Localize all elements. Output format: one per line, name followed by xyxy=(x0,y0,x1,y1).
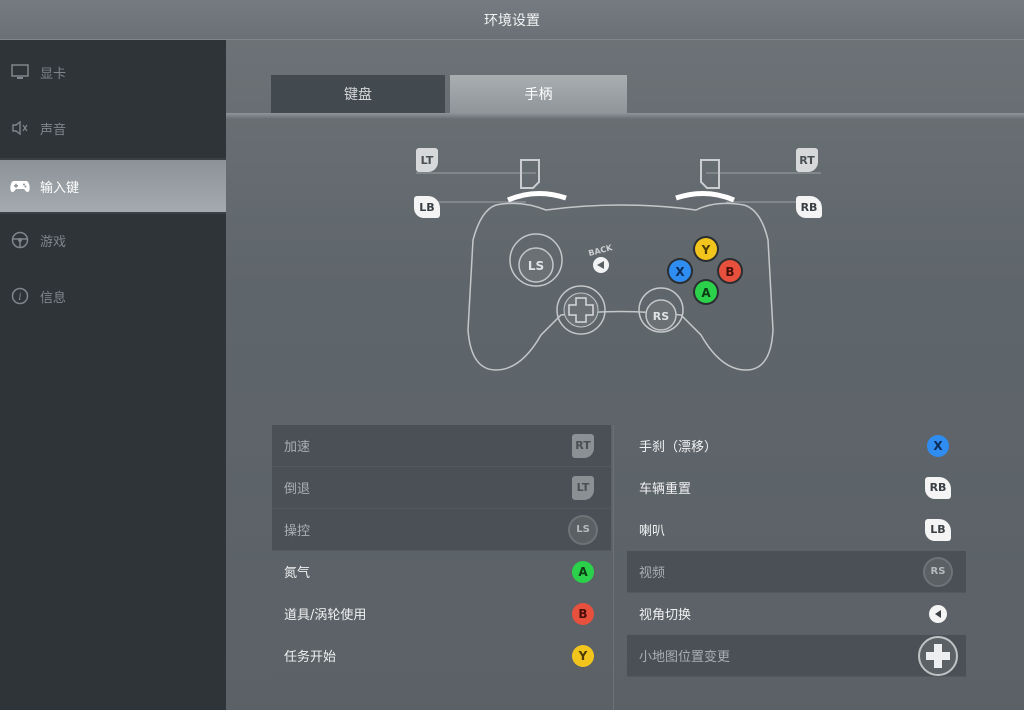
ls-label: LS xyxy=(528,259,544,273)
sidebar-item-label: 显卡 xyxy=(40,66,67,82)
x-button-icon: X xyxy=(927,434,949,457)
binding-row[interactable]: 小地图位置变更 xyxy=(627,635,966,677)
rt-badge: RT xyxy=(796,148,818,172)
button-text: X xyxy=(933,438,943,453)
rb-text: RB xyxy=(800,200,818,214)
sidebar-item-label: 输入键 xyxy=(40,180,80,196)
sidebar-item-label: 信息 xyxy=(40,290,67,306)
sidebar-item-label: 游戏 xyxy=(40,234,67,250)
y-label: Y xyxy=(701,243,711,257)
ls-icon: LS xyxy=(568,514,598,545)
sidebar-item-input[interactable]: 输入键 xyxy=(0,160,226,212)
binding-action: 任务开始 xyxy=(284,650,337,665)
binding-row[interactable]: 操控 LS xyxy=(272,509,611,551)
lt-icon: LT xyxy=(572,475,594,500)
binding-action: 操控 xyxy=(284,524,311,539)
bindings-right: 手刹（漂移） X 车辆重置 RB 喇叭 LB 视频 RS 视角切换 小地图位置变… xyxy=(627,425,966,677)
binding-row[interactable]: 任务开始 Y xyxy=(272,635,611,677)
sidebar-item-label: 声音 xyxy=(40,122,67,138)
x-label: X xyxy=(675,265,685,279)
monitor-icon xyxy=(10,62,30,82)
lb-text: LB xyxy=(419,200,435,214)
binding-action: 加速 xyxy=(284,440,311,455)
sidebar-item-sound[interactable]: 声音 xyxy=(0,102,226,154)
binding-row[interactable]: 喇叭 LB xyxy=(627,509,966,551)
binding-action: 倒退 xyxy=(284,482,311,497)
sidebar: 显卡 声音 输入键 游戏 i 信息 xyxy=(0,40,226,710)
controller-svg: LS RS BACK Y X B A xyxy=(416,159,821,371)
binding-action: 手刹（漂移） xyxy=(639,440,718,455)
speaker-icon xyxy=(10,118,30,138)
window-title-bar: 环境设置 xyxy=(0,0,1024,40)
binding-row[interactable]: 视角切换 xyxy=(627,593,966,635)
back-button-icon xyxy=(929,604,947,623)
svg-text:i: i xyxy=(18,292,21,303)
binding-action: 视角切换 xyxy=(639,608,692,623)
b-button-icon: B xyxy=(572,602,594,625)
a-button-icon: A xyxy=(572,560,594,583)
back-label: BACK xyxy=(587,243,614,258)
button-text: A xyxy=(578,564,588,579)
button-text: RB xyxy=(929,481,947,494)
binding-action: 车辆重置 xyxy=(639,482,692,497)
binding-action: 视频 xyxy=(639,566,666,581)
column-divider xyxy=(613,425,614,710)
binding-row[interactable]: 倒退 LT xyxy=(272,467,611,509)
rb-badge: RB xyxy=(796,196,822,218)
binding-action: 小地图位置变更 xyxy=(639,650,731,665)
button-text: LB xyxy=(930,523,946,536)
binding-row[interactable]: 道具/涡轮使用 B xyxy=(272,593,611,635)
button-text: B xyxy=(578,606,588,621)
rt-text: RT xyxy=(799,153,815,167)
main-panel: 键盘 手柄 LS RS BACK Y X B A LT RT LB RB 加速 … xyxy=(226,40,1024,710)
bindings-left: 加速 RT 倒退 LT 操控 LS 氮气 A 道具/涡轮使用 B 任务开始 Y xyxy=(272,425,611,677)
binding-row[interactable]: 手刹（漂移） X xyxy=(627,425,966,467)
tab-keyboard[interactable]: 键盘 xyxy=(271,75,445,113)
sidebar-item-graphics[interactable]: 显卡 xyxy=(0,46,226,98)
button-text: LT xyxy=(576,481,590,494)
tab-label: 手柄 xyxy=(524,87,553,103)
button-text: Y xyxy=(578,648,588,663)
button-text: LS xyxy=(576,524,590,535)
lb-badge: LB xyxy=(414,196,440,218)
sidebar-item-game[interactable]: 游戏 xyxy=(0,214,226,266)
binding-row[interactable]: 车辆重置 RB xyxy=(627,467,966,509)
binding-action: 喇叭 xyxy=(639,524,666,539)
binding-row[interactable]: 氮气 A xyxy=(272,551,611,593)
window-title: 环境设置 xyxy=(484,12,540,29)
rt-icon: RT xyxy=(572,433,594,458)
lt-badge: LT xyxy=(416,148,438,172)
binding-row[interactable]: 加速 RT xyxy=(272,425,611,467)
y-button-icon: Y xyxy=(572,644,594,667)
binding-action: 道具/涡轮使用 xyxy=(284,608,367,623)
rs-label: RS xyxy=(653,310,669,323)
lb-icon: LB xyxy=(925,518,951,541)
binding-row[interactable]: 视频 RS xyxy=(627,551,966,593)
button-text: RS xyxy=(930,566,946,577)
controller-diagram: LS RS BACK Y X B A LT RT LB RB xyxy=(376,130,896,390)
dpad-icon xyxy=(918,635,958,676)
steering-wheel-icon xyxy=(10,230,30,250)
binding-action: 氮气 xyxy=(284,566,311,581)
sidebar-item-info[interactable]: i 信息 xyxy=(0,270,226,322)
lt-text: LT xyxy=(420,153,434,167)
tab-label: 键盘 xyxy=(344,87,372,103)
gamepad-icon xyxy=(10,176,30,196)
info-icon: i xyxy=(10,286,30,306)
rs-icon: RS xyxy=(923,556,953,587)
a-label: A xyxy=(701,286,711,300)
tab-gamepad[interactable]: 手柄 xyxy=(450,75,627,113)
tab-underline xyxy=(226,113,1024,119)
button-text: RT xyxy=(575,439,591,452)
rb-icon: RB xyxy=(925,476,951,499)
b-label: B xyxy=(725,265,734,279)
